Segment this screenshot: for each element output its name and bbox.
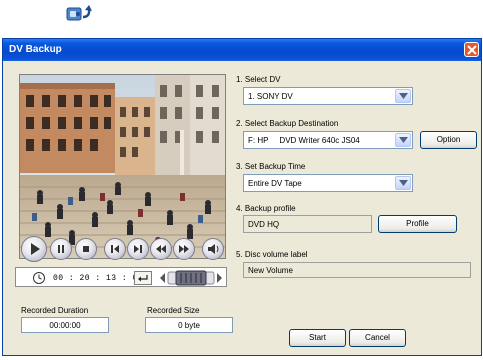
timecode-bar: 00 : 20 : 13 : 05 [15, 267, 227, 287]
dv-backup-dialog: DV Backup 00: 20: 13: 05 Recorded Dur… [2, 38, 482, 356]
speaker-icon [208, 244, 219, 254]
chevron-down-icon [399, 93, 408, 99]
stop-icon [83, 246, 89, 252]
recorded-duration-field: 00:00:00 [21, 317, 109, 333]
recorded-size-value: 0 byte [178, 321, 200, 330]
select-dv-value: 1. SONY DV [248, 92, 293, 101]
select-dv-dropdown[interactable]: 1. SONY DV [243, 87, 413, 105]
dv-backup-toolbar-icon[interactable] [64, 2, 96, 26]
backup-time-value: Entire DV Tape [248, 179, 302, 188]
timecode-display: 00 : 20 : 13 : 05 [53, 274, 144, 283]
recorded-size-field: 0 byte [145, 317, 233, 333]
backup-destination-label: 2. Select Backup Destination [236, 119, 339, 128]
clock-icon [33, 272, 45, 284]
chevron-down-icon [399, 137, 408, 143]
fast-forward-button[interactable] [173, 238, 195, 260]
backup-profile-field: DVD HQ [243, 215, 372, 233]
step-back-icon [111, 245, 119, 253]
volume-label-field[interactable]: New Volume [243, 262, 471, 278]
step-forward-icon [134, 245, 142, 253]
recorded-duration-label: Recorded Duration [21, 306, 89, 315]
volume-label-label: 5. Disc volume label [236, 250, 308, 259]
backup-profile-value: DVD HQ [248, 220, 280, 229]
profile-button[interactable]: Profile [378, 215, 457, 233]
backup-destination-value: F: HP DVD Writer 640c JS04 [248, 136, 360, 145]
pause-icon [58, 245, 64, 253]
volume-label-value: New Volume [248, 266, 293, 275]
close-button[interactable] [464, 42, 479, 57]
backup-destination-dropdown[interactable]: F: HP DVD Writer 640c JS04 [243, 131, 413, 149]
option-button[interactable]: Option [420, 131, 477, 149]
shuttle-control[interactable] [159, 270, 223, 286]
start-button[interactable]: Start [289, 329, 346, 347]
chevron-down-icon [399, 180, 408, 186]
dialog-title: DV Backup [9, 44, 62, 55]
select-dv-label: 1. Select DV [236, 75, 281, 84]
stop-button[interactable] [75, 238, 97, 260]
backup-profile-label: 4. Backup profile [236, 204, 296, 213]
fast-forward-icon [179, 245, 189, 253]
play-icon [31, 243, 40, 255]
volume-button[interactable] [202, 238, 224, 260]
backup-time-dropdown[interactable]: Entire DV Tape [243, 174, 413, 192]
title-bar: DV Backup [3, 39, 481, 61]
play-button[interactable] [21, 236, 47, 262]
previous-frame-button[interactable] [104, 238, 126, 260]
backup-time-label: 3. Set Backup Time [236, 162, 306, 171]
rewind-icon [156, 245, 166, 253]
pause-button[interactable] [50, 238, 72, 260]
shuttle-left-arrow-icon [160, 273, 165, 283]
backup-time-dropdown-button[interactable] [395, 176, 411, 190]
select-dv-dropdown-button[interactable] [395, 89, 411, 103]
goto-timecode-button[interactable] [134, 271, 152, 285]
recorded-size-label: Recorded Size [147, 306, 200, 315]
return-arrow-icon [138, 275, 148, 282]
backup-destination-dropdown-button[interactable] [395, 133, 411, 147]
close-icon [467, 45, 477, 55]
rewind-button[interactable] [150, 238, 172, 260]
video-preview [19, 73, 226, 259]
recorded-duration-value: 00:00:00 [49, 321, 81, 330]
cancel-button[interactable]: Cancel [349, 329, 406, 347]
next-frame-button[interactable] [127, 238, 149, 260]
shuttle-right-arrow-icon [217, 273, 222, 283]
